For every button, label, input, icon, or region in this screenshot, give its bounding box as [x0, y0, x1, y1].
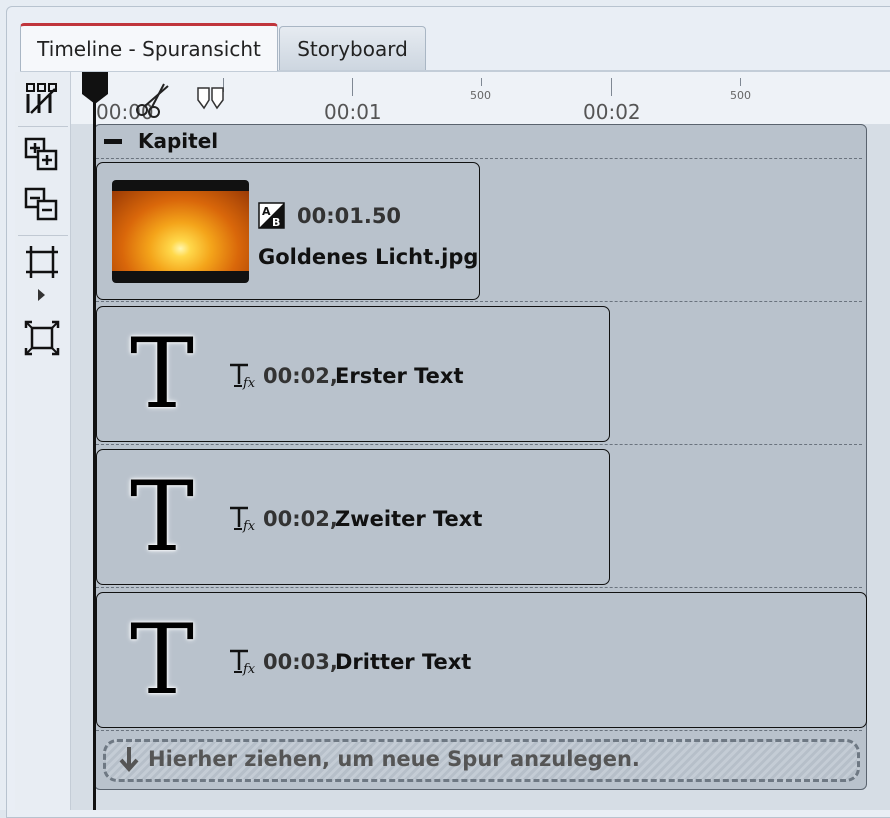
ruler-minor-label: 500	[470, 89, 491, 102]
toolbar-separator	[18, 126, 68, 127]
track-divider	[96, 587, 862, 588]
arrow-down-icon	[119, 747, 139, 773]
track-divider	[96, 158, 862, 159]
golden-light-image	[112, 191, 249, 271]
text-object-icon: T	[130, 461, 195, 573]
track-divider	[96, 730, 862, 731]
tab-storyboard[interactable]: Storyboard	[279, 26, 426, 70]
track-divider	[96, 444, 862, 445]
remove-track-button[interactable]	[24, 187, 60, 223]
marker-icon[interactable]	[196, 86, 226, 110]
playhead-handle[interactable]	[80, 72, 110, 104]
svg-text:fx: fx	[242, 376, 256, 390]
fit-width-icon	[26, 246, 58, 278]
clip-name: Zweiter Text	[335, 507, 483, 531]
tab-storyboard-label: Storyboard	[297, 36, 408, 61]
clip-name: Dritter Text	[335, 650, 472, 674]
svg-text:A: A	[262, 205, 271, 218]
grid-cut-icon	[26, 83, 57, 114]
ruler-minor-label: 500	[730, 89, 751, 102]
clip-thumbnail	[112, 180, 249, 283]
clip-duration: 00:02,	[263, 364, 338, 388]
clip-duration: 00:02,	[263, 507, 338, 531]
svg-text:B: B	[272, 216, 280, 229]
clip-name: Goldenes Licht.jpg	[258, 245, 479, 269]
add-track-icon	[24, 137, 58, 171]
ruler-tick	[611, 78, 612, 96]
ruler-label: 00:01	[324, 100, 382, 124]
timeline-toolbar	[15, 72, 71, 810]
text-effect-icon[interactable]: fx	[228, 505, 258, 533]
grid-cut-button[interactable]	[24, 80, 60, 116]
clip-duration: 00:03,	[263, 650, 338, 674]
fit-all-icon	[24, 320, 60, 356]
text-clip[interactable]	[96, 592, 867, 728]
text-object-icon: T	[130, 318, 195, 430]
transition-ab-icon[interactable]: A B	[258, 202, 285, 229]
ruler-label: 00:02	[583, 100, 641, 124]
tab-timeline[interactable]: Timeline - Spuransicht	[20, 23, 278, 71]
clip-duration: 00:01.50	[297, 204, 402, 228]
tab-timeline-label: Timeline - Spuransicht	[37, 36, 261, 61]
text-effect-icon[interactable]: fx	[228, 648, 258, 676]
collapse-minus-icon[interactable]	[104, 139, 122, 144]
track-divider	[96, 301, 862, 302]
fit-all-button[interactable]	[24, 320, 60, 356]
ruler-tick	[352, 78, 353, 96]
fit-width-button[interactable]	[24, 244, 60, 280]
dropzone-label: Hierher ziehen, um neue Spur anzulegen.	[148, 747, 640, 771]
playhead-line[interactable]	[93, 100, 96, 810]
remove-track-icon	[24, 187, 58, 221]
chapter-title: Kapitel	[138, 129, 219, 153]
toolbar-separator	[18, 235, 68, 236]
svg-text:fx: fx	[242, 662, 256, 676]
svg-text:fx: fx	[242, 519, 256, 533]
add-track-button[interactable]	[24, 137, 60, 173]
toolbar-expand-arrow-icon[interactable]	[38, 289, 45, 301]
text-object-icon: T	[130, 604, 195, 716]
scissors-icon[interactable]	[134, 82, 174, 118]
text-effect-icon[interactable]: fx	[228, 362, 258, 390]
clip-name: Erster Text	[335, 364, 464, 388]
ruler-tick	[740, 78, 741, 86]
timeline-window: Timeline - Spuransicht Storyboard 00:00 …	[0, 0, 890, 818]
ruler-tick	[481, 78, 482, 86]
